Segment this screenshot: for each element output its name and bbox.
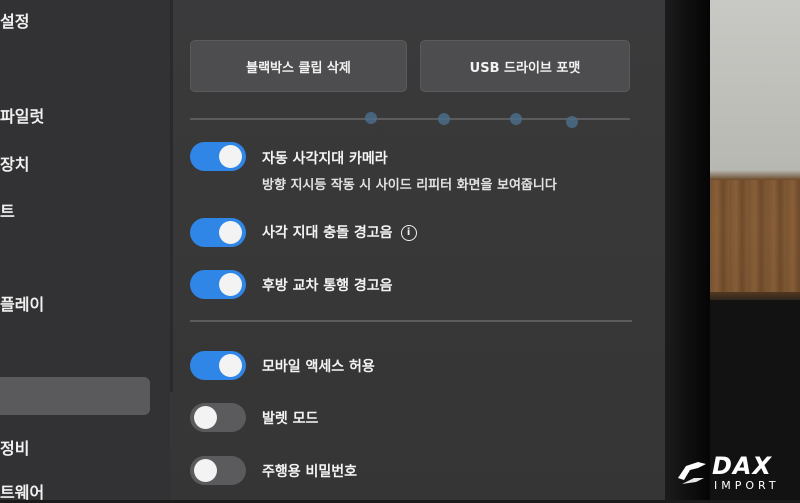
setting-label: 자동 사각지대 카메라 [262,151,388,167]
section-divider [190,118,630,120]
setting-label: 후방 교차 통행 경고음 [262,278,393,294]
pin-to-drive-toggle[interactable] [190,456,246,485]
reflection-dot [438,113,450,125]
delete-dashcam-clips-button[interactable]: 블랙박스 클립 삭제 [190,40,407,92]
info-icon[interactable]: i [400,225,417,241]
setting-label: 발렛 모드 [262,411,319,427]
watermark-brand: DAX [712,452,772,480]
sidebar-item-display[interactable]: 플레이 [0,291,44,315]
car-interior-background [710,0,800,500]
toggle-knob [219,145,242,168]
sidebar-item-selected[interactable] [0,377,150,415]
toggle-knob [194,459,217,482]
toggle-knob [194,406,217,429]
main-panel: 블랙박스 클립 삭제 USB 드라이브 포맷 자동 사각지대 카메라 방향 지시… [180,0,665,500]
sidebar-item-settings[interactable]: 설정 [0,8,29,32]
rear-cross-traffic-chime-toggle[interactable] [190,270,246,299]
toggle-knob [219,273,242,296]
car-logo-icon [678,462,706,484]
watermark-logo: DAX IMPORT [676,452,794,496]
reflection-dot [566,116,578,128]
sidebar-item-software[interactable]: 트웨어 [0,479,44,503]
sidebar-item-devices[interactable]: 장치 [0,151,29,175]
section-divider [190,320,632,322]
setting-description: 방향 지시등 작동 시 사이드 리피터 화면을 보여줍니다 [262,178,557,193]
sidebar-item-autopilot[interactable]: 파일럿 [0,103,44,127]
toggle-knob [219,354,242,377]
touchscreen: 설정 파일럿 장치 트 플레이 정비 트웨어 블랙박스 클립 삭제 USB 드라… [0,0,665,503]
reflection-dot [365,112,377,124]
sidebar-item-partial[interactable]: 트 [0,198,15,222]
sidebar: 설정 파일럿 장치 트 플레이 정비 트웨어 [0,0,170,503]
setting-label: 모바일 액세스 허용 [262,359,375,375]
toggle-knob [219,221,242,244]
format-usb-button[interactable]: USB 드라이브 포맷 [420,40,630,92]
setting-label-row: 사각 지대 충돌 경고음 i [262,222,417,242]
auto-blindspot-camera-toggle[interactable] [190,142,246,171]
screen-bezel [665,0,710,500]
wood-trim [710,180,800,292]
blindspot-collision-chime-toggle[interactable] [190,218,246,247]
valet-mode-toggle[interactable] [190,403,246,432]
watermark-sub: IMPORT [714,479,780,492]
setting-label: 사각 지대 충돌 경고음 [262,225,393,241]
sidebar-divider [170,0,173,392]
setting-label: 주행용 비밀번호 [262,464,358,480]
mobile-access-toggle[interactable] [190,351,246,380]
sidebar-item-service[interactable]: 정비 [0,435,29,459]
reflection-dot [510,113,522,125]
